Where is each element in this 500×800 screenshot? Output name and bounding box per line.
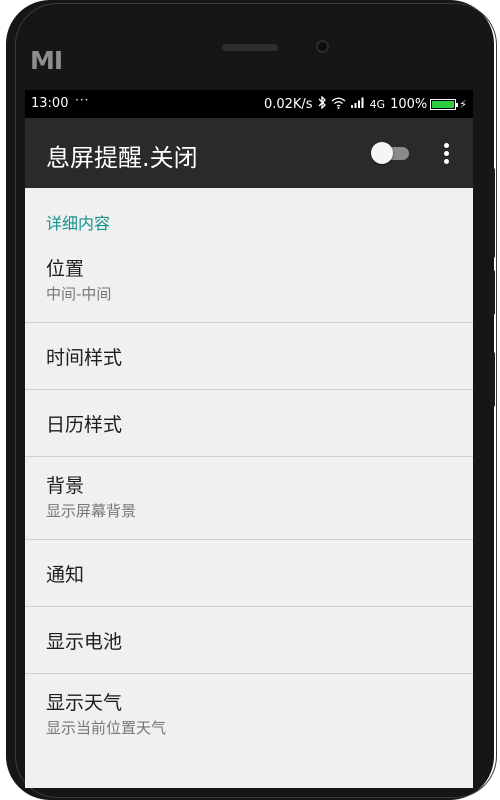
more-options-icon[interactable] — [439, 142, 453, 166]
bluetooth-icon — [318, 95, 326, 113]
status-time: 13:00 — [31, 96, 69, 111]
list-item-notifications[interactable]: 通知 — [25, 540, 473, 607]
status-bar: 13:00 ··· 0.02K/s 4G 100% ⚡ — [25, 90, 473, 118]
network-speed: 0.02K/s — [263, 97, 313, 112]
item-subtitle: 中间-中间 — [46, 285, 112, 303]
list-item-background[interactable]: 背景 显示屏幕背景 — [25, 457, 473, 540]
item-subtitle: 显示屏幕背景 — [46, 502, 137, 520]
item-title: 时间样式 — [46, 347, 123, 369]
mi-logo: MI — [30, 46, 63, 75]
list-item-position[interactable]: 位置 中间-中间 — [25, 240, 473, 323]
status-right-group: 0.02K/s 4G 100% ⚡ — [263, 95, 467, 113]
item-title: 背景 — [46, 475, 85, 497]
volume-button-lower — [490, 270, 495, 315]
battery-fill — [432, 101, 455, 108]
charging-icon: ⚡ — [459, 98, 467, 111]
enable-toggle[interactable] — [371, 142, 411, 164]
page-title: 息屏提醒.关闭 — [46, 144, 198, 172]
list-item-show-battery[interactable]: 显示电池 — [25, 607, 473, 674]
signal-icon — [350, 97, 365, 112]
section-header: 详细内容 — [46, 214, 111, 233]
battery-icon — [430, 99, 459, 110]
list-item-show-weather[interactable]: 显示天气 显示当前位置天气 — [25, 674, 473, 764]
wifi-icon — [331, 97, 346, 113]
battery-percent: 100% — [390, 97, 428, 112]
item-title: 日历样式 — [46, 414, 123, 436]
item-subtitle: 显示当前位置天气 — [46, 719, 167, 737]
item-title: 位置 — [46, 258, 85, 280]
earpiece-speaker — [222, 44, 278, 51]
settings-list: 位置 中间-中间 时间样式 日历样式 背景 显示屏幕背景 通知 显示电池 显示天… — [25, 240, 473, 764]
list-item-calendar-style[interactable]: 日历样式 — [25, 390, 473, 457]
app-bar: 息屏提醒.关闭 — [25, 118, 473, 188]
volume-button — [490, 168, 495, 258]
screen: 13:00 ··· 0.02K/s 4G 100% ⚡ 息屏提醒.关闭 详细内容… — [25, 90, 473, 788]
toggle-knob — [371, 142, 393, 164]
status-more-indicator: ··· — [75, 93, 90, 107]
network-type: 4G — [369, 98, 386, 111]
list-item-time-style[interactable]: 时间样式 — [25, 323, 473, 390]
item-title: 通知 — [46, 564, 85, 586]
power-button — [490, 352, 495, 407]
item-title: 显示电池 — [46, 631, 123, 653]
front-camera — [316, 40, 329, 53]
item-title: 显示天气 — [46, 692, 123, 714]
